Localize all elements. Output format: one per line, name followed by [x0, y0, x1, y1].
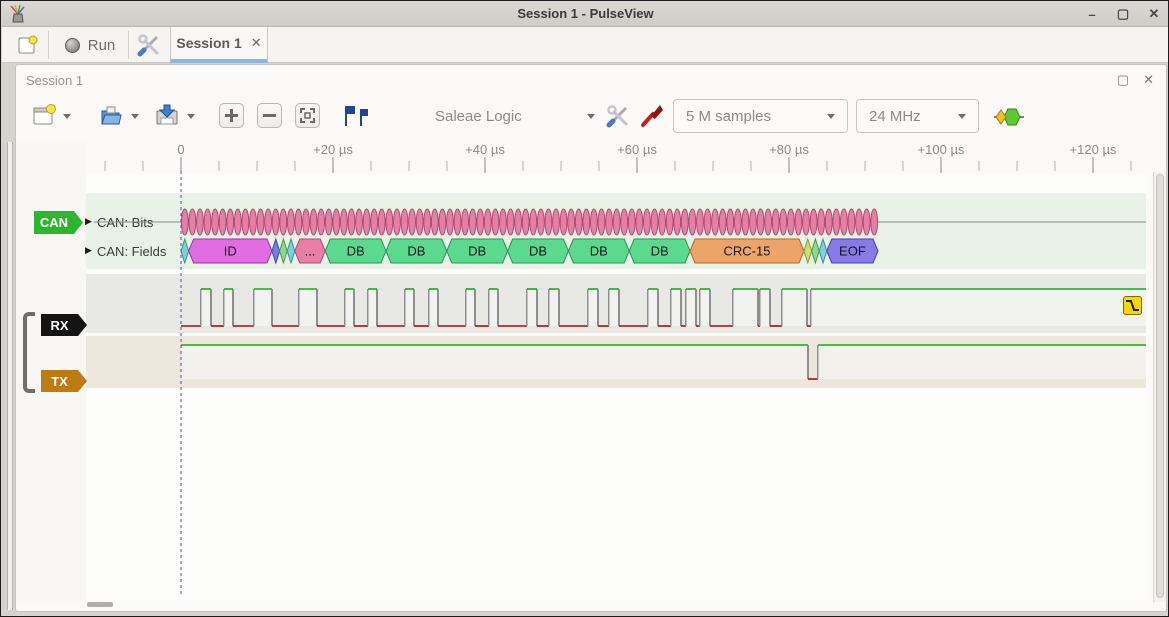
add-decoder-button[interactable]: [994, 107, 1024, 127]
sample-rate-value: 24 MHz: [869, 108, 921, 125]
run-button[interactable]: Run: [54, 30, 126, 60]
expander-icon[interactable]: ▶: [85, 216, 92, 227]
device-select-value: Saleae Logic: [435, 108, 522, 125]
trigger-marker-falling-edge-icon[interactable]: [1123, 296, 1142, 315]
panel-restore-button[interactable]: ▢: [1117, 72, 1129, 88]
sample-rate-dropdown-icon: [958, 114, 966, 119]
vertical-scrollbar[interactable]: [1153, 172, 1166, 602]
decode-trace-background: [86, 193, 1146, 269]
settings-button[interactable]: [133, 30, 165, 60]
open-file-button[interactable]: [98, 103, 124, 129]
open-file-dropdown-icon[interactable]: [131, 114, 139, 119]
new-view-dropdown-icon[interactable]: [63, 114, 71, 119]
probe-button[interactable]: [639, 103, 665, 129]
toolbar-separator: [48, 31, 49, 59]
sample-rate-select[interactable]: 24 MHz: [856, 99, 979, 133]
zoom-fit-button[interactable]: [295, 103, 320, 128]
save-button[interactable]: [154, 103, 180, 129]
sample-count-dropdown-icon: [827, 114, 835, 119]
minus-icon: [263, 109, 276, 122]
channel-group-bracket: [23, 312, 35, 393]
sample-count-value: 5 M samples: [686, 108, 771, 125]
rx-channel-tag[interactable]: RX: [41, 314, 87, 336]
pulseview-window: Session 1 - PulseView – ▢ ✕ Run: [0, 0, 1169, 617]
new-session-icon: [16, 34, 38, 56]
maximize-button[interactable]: ▢: [1116, 6, 1130, 22]
toolbar-separator: [128, 31, 129, 59]
expander-icon[interactable]: ▶: [85, 245, 92, 256]
run-button-label: Run: [88, 37, 116, 54]
zoom-fit-icon: [300, 108, 315, 123]
close-button[interactable]: ✕: [1147, 6, 1161, 22]
window-title: Session 1 - PulseView: [2, 6, 1169, 21]
decode-row-label-bits: CAN: Bits: [97, 215, 153, 230]
tx-channel-tag[interactable]: TX: [41, 370, 87, 392]
run-state-icon: [65, 38, 80, 53]
can-decoder-tag[interactable]: CAN: [34, 211, 83, 234]
tab-close-icon[interactable]: ✕: [251, 35, 262, 51]
tx-trace-background: [86, 336, 1146, 388]
window-titlebar[interactable]: Session 1 - PulseView – ▢ ✕: [2, 1, 1169, 27]
tab-label: Session 1: [176, 35, 241, 51]
sample-count-select[interactable]: 5 M samples: [673, 99, 848, 133]
rx-trace-background: [86, 274, 1146, 333]
horizontal-scrollbar-handle[interactable]: [87, 602, 113, 607]
tab-session-1[interactable]: Session 1 ✕: [170, 27, 268, 63]
plus-icon: [225, 109, 238, 122]
app-icon: [8, 4, 28, 24]
left-splitter-handle[interactable]: [7, 142, 13, 610]
wrench-screwdriver-icon: [137, 33, 161, 57]
session-panel-title: Session 1: [26, 73, 83, 88]
panel-close-button[interactable]: ✕: [1143, 72, 1154, 88]
zoom-out-button[interactable]: [257, 103, 282, 128]
new-session-button[interactable]: [10, 30, 44, 60]
new-view-button[interactable]: [31, 103, 57, 129]
main-toolbar: Run Session 1 ✕: [2, 27, 1169, 63]
device-config-button[interactable]: [605, 103, 631, 129]
minimize-button[interactable]: –: [1085, 7, 1099, 22]
device-dropdown-icon: [587, 114, 595, 119]
zoom-in-button[interactable]: [219, 103, 244, 128]
device-select[interactable]: Saleae Logic: [435, 101, 595, 131]
vertical-scrollbar-handle[interactable]: [1156, 174, 1164, 598]
decode-row-label-fields: CAN: Fields: [97, 244, 166, 259]
trigger-flags-button[interactable]: [341, 103, 369, 129]
save-dropdown-icon[interactable]: [187, 114, 195, 119]
